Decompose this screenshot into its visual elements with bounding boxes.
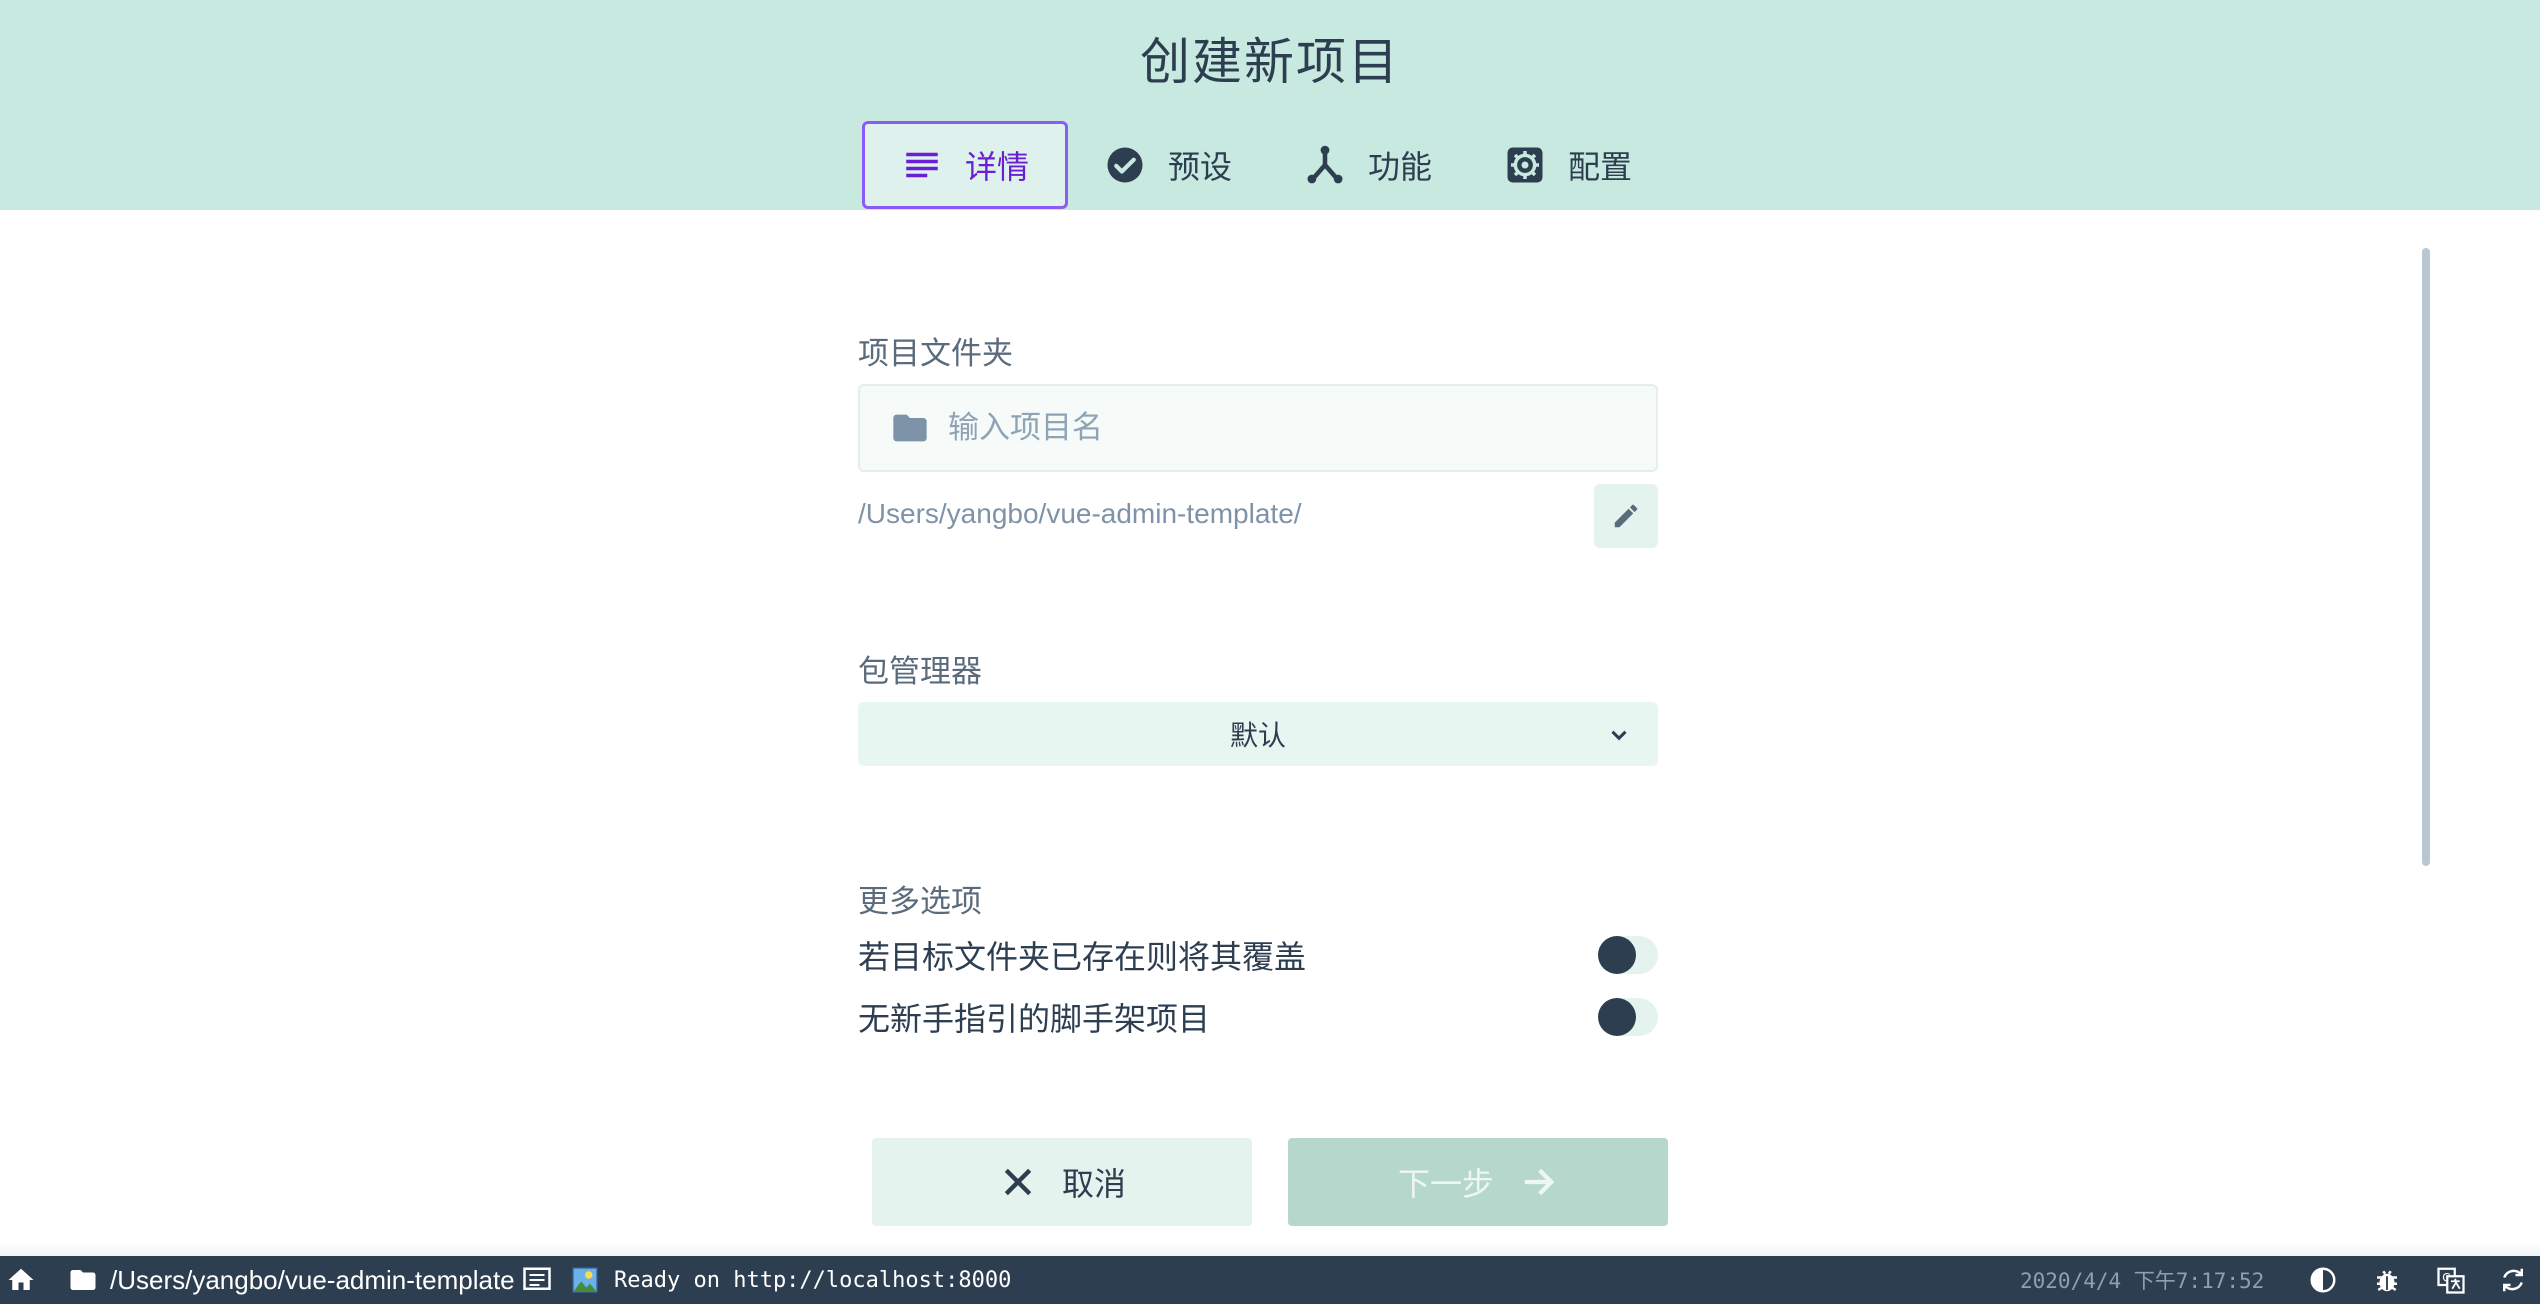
tab-features[interactable]: 功能	[1268, 120, 1468, 210]
refresh-icon	[2503, 1268, 2523, 1292]
translate-button[interactable]: G	[2436, 1256, 2466, 1304]
statusbar-path: /Users/yangbo/vue-admin-template	[110, 1264, 515, 1295]
overwrite-toggle[interactable]	[1598, 936, 1658, 974]
edit-path-button[interactable]	[1594, 484, 1658, 548]
package-manager-select[interactable]: 默认	[858, 702, 1658, 766]
tab-label: 配置	[1568, 148, 1633, 186]
tab-label: 功能	[1368, 148, 1433, 186]
next-button[interactable]: 下一步	[1288, 1138, 1668, 1226]
option-label: 若目标文件夹已存在则将其覆盖	[858, 938, 1307, 976]
home-button[interactable]	[6, 1256, 36, 1304]
toggle-knob	[1598, 936, 1636, 974]
pencil-icon	[1614, 504, 1638, 528]
page-title: 创建新项目	[1140, 33, 1400, 91]
tab-label: 预设	[1168, 148, 1233, 186]
tab-presets[interactable]: 预设	[1068, 120, 1268, 210]
console-icon	[523, 1267, 551, 1290]
details-icon	[906, 152, 938, 178]
status-bar: /Users/yangbo/vue-admin-template Ready o…	[0, 1242, 2540, 1304]
tab-details[interactable]: 详情	[862, 121, 1069, 209]
refresh-button[interactable]	[2498, 1256, 2528, 1304]
select-value: 默认	[1229, 719, 1286, 752]
project-name-input[interactable]	[948, 398, 1628, 458]
option-row-no-git: 无新手指引的脚手架项目	[858, 992, 1658, 1042]
package-manager-label: 包管理器	[858, 654, 982, 690]
scrollbar[interactable]	[2422, 248, 2430, 866]
fork-icon	[1307, 145, 1343, 184]
tab-label: 详情	[965, 148, 1030, 186]
toggle-knob	[1598, 998, 1636, 1036]
folder-icon	[70, 1270, 96, 1290]
tab-configuration[interactable]: 配置	[1468, 120, 1668, 210]
option-label: 无新手指引的脚手架项目	[858, 1000, 1211, 1038]
gear-icon	[1507, 147, 1543, 183]
statusbar-folder[interactable]: /Users/yangbo/vue-admin-template	[68, 1256, 515, 1304]
check-circle-icon	[1107, 147, 1143, 183]
console-button[interactable]	[522, 1256, 552, 1304]
folder-section-label: 项目文件夹	[858, 336, 1013, 372]
project-path: /Users/yangbo/vue-admin-template/	[858, 498, 1302, 529]
option-row-overwrite: 若目标文件夹已存在则将其覆盖	[858, 930, 1658, 980]
next-label: 下一步	[1397, 1165, 1494, 1203]
contrast-icon	[2310, 1267, 2336, 1293]
bug-icon	[2377, 1270, 2397, 1292]
tab-bar: 详情 预设 功能 配置	[862, 120, 1668, 210]
statusbar-time: 2020/4/4 下午7:17:52	[2020, 1256, 2264, 1304]
cancel-label: 取消	[1061, 1165, 1126, 1203]
statusbar-shadow	[0, 1242, 2540, 1256]
home-icon	[8, 1268, 34, 1290]
chevron-down-icon	[1611, 730, 1627, 741]
server-ready-text: Ready on http://localhost:8000	[614, 1267, 1012, 1293]
theme-toggle-button[interactable]	[2308, 1256, 2338, 1304]
cancel-button[interactable]: 取消	[872, 1138, 1252, 1226]
picture-icon	[572, 1267, 598, 1293]
scaffold-toggle[interactable]	[1598, 998, 1658, 1036]
time-text: 2020/4/4 下午7:17:52	[2020, 1269, 2265, 1293]
server-status[interactable]: Ready on http://localhost:8000	[570, 1256, 1011, 1304]
close-icon	[1004, 1168, 1032, 1196]
more-options-label: 更多选项	[858, 884, 982, 920]
project-name-field[interactable]	[858, 384, 1658, 472]
folder-icon	[893, 414, 927, 442]
bug-report-button[interactable]	[2372, 1256, 2402, 1304]
header: 创建新项目 详情 预设 功能 配置	[0, 0, 2540, 210]
translate-icon: G	[2437, 1267, 2465, 1294]
arrow-right-icon	[1524, 1168, 1555, 1196]
